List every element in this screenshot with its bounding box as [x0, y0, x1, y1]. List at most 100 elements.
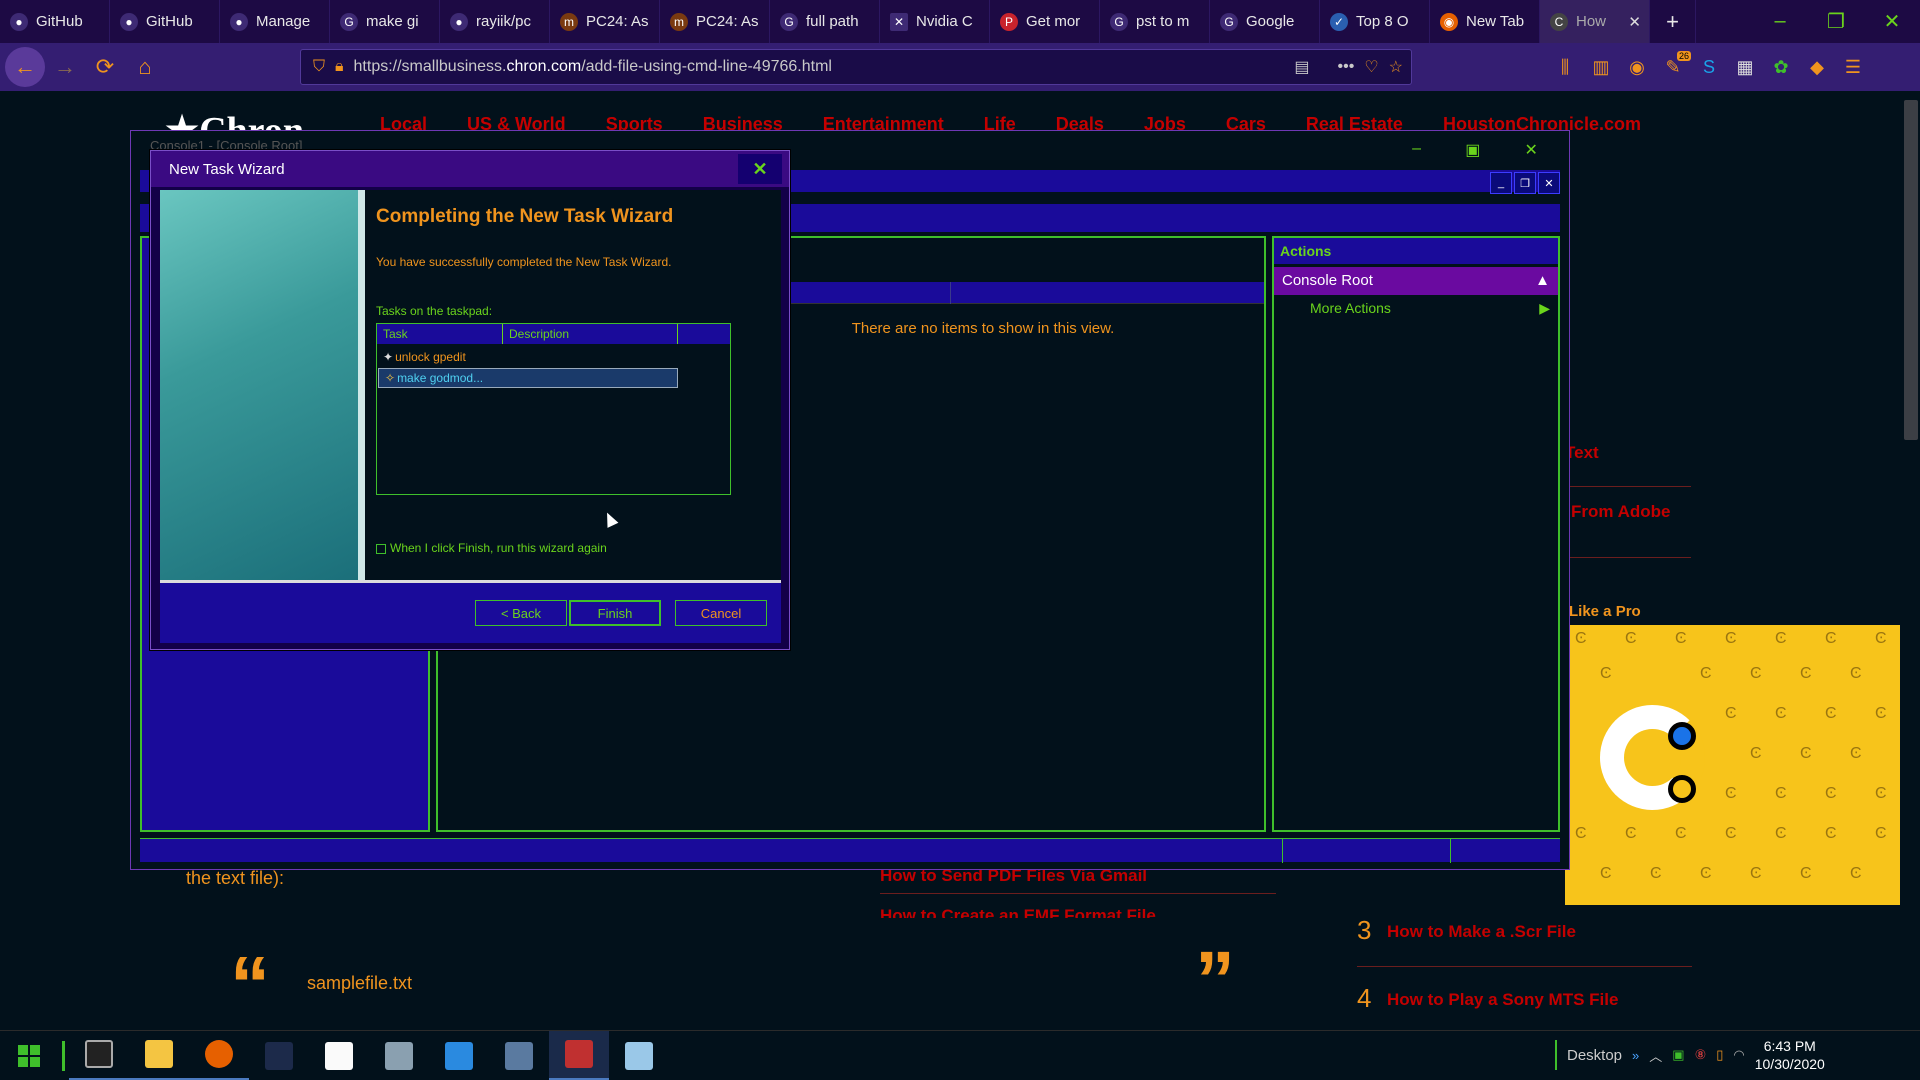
close-tab-icon[interactable]: ✕ [1628, 13, 1641, 31]
skype-icon[interactable]: S [1691, 49, 1727, 85]
extension-badge-icon[interactable]: ✎ 26 [1655, 49, 1691, 85]
minimize-icon[interactable]: _ [1490, 172, 1512, 194]
browser-tab[interactable]: Gfull path [770, 0, 880, 43]
run-again-checkbox[interactable] [376, 544, 386, 554]
run-again-label[interactable]: When I click Finish, run this wizard aga… [390, 541, 607, 555]
menu-icon[interactable]: ☰ [1835, 49, 1871, 85]
close-icon[interactable]: ✕ [738, 154, 782, 184]
account-icon[interactable]: ◉ [1619, 49, 1655, 85]
browser-tab[interactable]: Gpst to m [1100, 0, 1210, 43]
wizard-banner-image [160, 190, 358, 580]
more-actions-label: More Actions [1310, 300, 1391, 316]
browser-tab[interactable]: ● Manage [220, 0, 330, 43]
github-icon: ● [450, 12, 468, 31]
tray-app-icon[interactable]: ▣ [1672, 1047, 1684, 1063]
taskbar-app[interactable] [69, 1031, 129, 1080]
taskbar-app[interactable] [309, 1031, 369, 1080]
close-icon[interactable]: ✕ [1525, 140, 1538, 160]
addon-icon[interactable]: ◆ [1799, 49, 1835, 85]
library-icon[interactable]: ⫼ [1547, 49, 1583, 85]
puzzle-icon[interactable]: ✿ [1763, 49, 1799, 85]
expand-toolbar-icon[interactable]: » [1632, 1048, 1639, 1063]
powershell-icon [265, 1041, 293, 1070]
maximize-icon[interactable]: ▣ [1465, 140, 1480, 160]
taskbar-app[interactable] [369, 1031, 429, 1080]
taskbar-app[interactable] [189, 1031, 249, 1080]
c-pattern-icon: Ͼ [1675, 630, 1687, 647]
lock-icon[interactable]: 🔒︎ [335, 58, 344, 76]
start-button[interactable] [0, 1031, 58, 1080]
collapse-up-icon[interactable]: ▲ [1535, 272, 1550, 290]
pocket-icon[interactable]: ♡ [1364, 57, 1378, 77]
c-pattern-icon: Ͼ [1850, 745, 1862, 762]
sidebar-link[interactable]: How to Make a .Scr File [1387, 922, 1576, 942]
browser-tab[interactable]: P Get mor [990, 0, 1100, 43]
pc24-icon: m [670, 12, 688, 31]
taskbar-app[interactable] [429, 1031, 489, 1080]
shield-icon[interactable]: ⛉ [313, 58, 325, 76]
minimize-icon[interactable]: – [1412, 140, 1421, 160]
taskbar-app-active[interactable] [549, 1030, 609, 1080]
browser-tab[interactable]: G Google [1210, 0, 1320, 43]
finish-button[interactable]: Finish [569, 600, 661, 626]
taskbar-app[interactable] [609, 1031, 669, 1080]
cancel-button[interactable]: Cancel [675, 600, 767, 626]
sidebar-link[interactable]: Text [1565, 443, 1599, 463]
restore-icon[interactable]: ❐ [1514, 172, 1536, 194]
url-bar[interactable]: ⛉ 🔒︎ https://smallbusiness.chron.com/add… [300, 49, 1412, 85]
wifi-icon[interactable]: ◠ [1733, 1047, 1744, 1063]
taskbar-app[interactable] [129, 1031, 189, 1080]
close-icon[interactable]: ✕ [1538, 172, 1560, 194]
scrollbar-thumb[interactable] [1904, 100, 1918, 440]
new-tab-button[interactable]: + [1650, 0, 1696, 43]
desktop-toolbar-label[interactable]: Desktop [1567, 1047, 1622, 1064]
column-header-task[interactable]: Task [377, 324, 503, 344]
column-header-description[interactable]: Description [503, 324, 678, 344]
back-button[interactable]: < Back [475, 600, 567, 626]
browser-tab[interactable]: ✓ Top 8 O [1320, 0, 1430, 43]
chevron-up-icon[interactable]: ︿ [1649, 1046, 1662, 1065]
browser-tab[interactable]: ● GitHub [110, 0, 220, 43]
sidebar-link[interactable]: From Adobe [1571, 502, 1670, 522]
grid-icon[interactable]: ▦ [1727, 49, 1763, 85]
taskbar-app[interactable] [489, 1031, 549, 1080]
console-root-label: Console Root [1282, 272, 1373, 289]
bookmark-star-icon[interactable]: ☆ [1389, 57, 1403, 77]
usb-icon[interactable]: ▯ [1716, 1047, 1723, 1063]
browser-tab[interactable]: ✕ Nvidia C [880, 0, 990, 43]
github-icon: ● [10, 12, 28, 31]
browser-tab[interactable]: Gmake gi [330, 0, 440, 43]
tray-badge-icon[interactable]: ⑧ [1695, 1047, 1707, 1063]
browser-tab-active[interactable]: C How ✕ [1540, 0, 1650, 43]
task-row-selected[interactable]: ✧ make godmod... [378, 368, 678, 388]
minimize-icon[interactable]: – [1752, 0, 1808, 43]
reload-icon[interactable]: ⟳ [85, 47, 125, 87]
c-pattern-icon: Ͼ [1750, 665, 1762, 682]
home-icon[interactable]: ⌂ [125, 47, 165, 87]
sidebar-link[interactable]: How to Play a Sony MTS File [1387, 990, 1618, 1010]
console-root-section[interactable]: Console Root ▲ [1274, 267, 1558, 295]
browser-tab[interactable]: ◉ New Tab [1430, 0, 1540, 43]
task-row[interactable]: ✦ unlock gpedit [377, 347, 677, 367]
tray-separator [1555, 1040, 1557, 1070]
page-actions-icon[interactable]: ••• [1338, 58, 1355, 76]
related-link[interactable]: How to Create an EMF Format File [880, 906, 1156, 918]
close-window-icon[interactable]: ✕ [1864, 0, 1920, 43]
more-actions-item[interactable]: More Actions ▶ [1310, 300, 1550, 322]
back-icon[interactable]: ← [5, 47, 45, 87]
forward-icon[interactable]: → [45, 47, 85, 87]
browser-tab[interactable]: m PC24: As [660, 0, 770, 43]
check-icon: ✓ [1330, 12, 1348, 31]
browser-tab[interactable]: m PC24: As [550, 0, 660, 43]
sidebar-icon[interactable]: ▥ [1583, 49, 1619, 85]
browser-tab[interactable]: ● GitHub [0, 0, 110, 43]
c-pattern-icon: Ͼ [1800, 665, 1812, 682]
c-pattern-icon: Ͼ [1825, 630, 1837, 647]
c-pattern-icon: Ͼ [1825, 825, 1837, 842]
sidebar-link[interactable]: Like a Pro [1569, 603, 1641, 620]
clock[interactable]: 6:43 PM 10/30/2020 [1755, 1037, 1825, 1073]
restore-icon[interactable]: ❐ [1808, 0, 1864, 43]
taskbar-app[interactable] [249, 1031, 309, 1080]
browser-tab[interactable]: ● rayiik/pc [440, 0, 550, 43]
reader-view-icon[interactable]: ▤ [1294, 57, 1309, 77]
